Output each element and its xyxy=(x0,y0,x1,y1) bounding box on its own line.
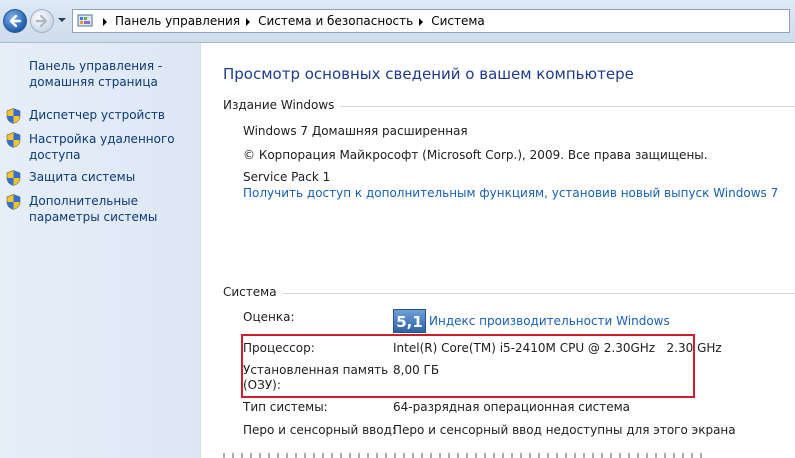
page-title: Просмотр основных сведений о вашем компь… xyxy=(223,65,634,83)
section-divider xyxy=(223,293,795,294)
sidebar-item-label: Диспетчер устройств xyxy=(29,108,166,122)
performance-score-badge[interactable]: 5,1 xyxy=(393,309,426,333)
system-type-label: Тип системы: xyxy=(243,400,328,414)
breadcrumb-separator-icon[interactable] xyxy=(246,17,251,26)
sidebar-item-label: Настройка удаленного доступа xyxy=(29,132,175,162)
navigation-bar: Панель управления Система и безопасность С… xyxy=(0,0,795,43)
processor-value: Intel(R) Core(TM) i5-2410M CPU @ 2.30GHz… xyxy=(393,341,722,355)
cut-off-next-section xyxy=(223,453,703,458)
breadcrumb-system-security[interactable]: Система и безопасность xyxy=(258,14,413,28)
processor-label: Процессор: xyxy=(243,341,315,355)
breadcrumb: Панель управления Система и безопасность С… xyxy=(97,10,485,32)
sidebar-item-label: Защита системы xyxy=(29,170,136,184)
uac-shield-icon xyxy=(6,132,21,148)
upgrade-windows-link[interactable]: Получить доступ к дополнительным функция… xyxy=(243,186,778,200)
memory-value: 8,00 ГБ xyxy=(393,363,440,377)
memory-label-line1: Установленная память xyxy=(243,363,389,377)
section-title-edition: Издание Windows xyxy=(223,98,341,112)
control-panel-icon xyxy=(77,14,93,27)
uac-shield-icon xyxy=(6,108,21,124)
pen-touch-label: Перо и сенсорный ввод: xyxy=(243,423,396,437)
memory-label-line2: (ОЗУ): xyxy=(243,378,281,392)
uac-shield-icon xyxy=(6,194,21,210)
service-pack: Service Pack 1 xyxy=(243,170,331,184)
edition-name: Windows 7 Домашняя расширенная xyxy=(243,124,468,138)
address-bar[interactable]: Панель управления Система и безопасность С… xyxy=(72,9,790,33)
system-type-value: 64-разрядная операционная система xyxy=(393,400,631,414)
breadcrumb-system[interactable]: Система xyxy=(431,14,485,28)
sidebar-item-label: Дополнительные параметры системы xyxy=(29,194,158,224)
performance-index-link[interactable]: Индекс производительности Windows xyxy=(429,314,670,328)
breadcrumb-separator-icon xyxy=(103,17,107,26)
breadcrumb-control-panel[interactable]: Панель управления xyxy=(115,14,240,28)
breadcrumb-separator-icon[interactable] xyxy=(419,17,424,26)
main-content: Просмотр основных сведений о вашем компь… xyxy=(201,43,795,458)
recent-pages-dropdown-icon[interactable] xyxy=(57,15,67,25)
arrow-left-icon xyxy=(9,14,22,28)
section-title-system: Система xyxy=(223,285,283,299)
arrow-right-icon xyxy=(35,14,48,28)
back-button[interactable] xyxy=(3,9,27,33)
edition-copyright: © Корпорация Майкрософт (Microsoft Corp.… xyxy=(243,148,708,162)
task-sidebar: Панель управления - домашняя страница Ди… xyxy=(0,43,201,458)
forward-button[interactable] xyxy=(30,9,54,33)
memory-label: Установленная память (ОЗУ): xyxy=(243,363,388,392)
rating-label: Оценка: xyxy=(243,310,295,324)
sidebar-home-link[interactable]: Панель управления - домашняя страница xyxy=(29,58,194,90)
pen-touch-value: Перо и сенсорный ввод недоступны для это… xyxy=(393,423,736,437)
uac-shield-icon xyxy=(6,170,21,186)
